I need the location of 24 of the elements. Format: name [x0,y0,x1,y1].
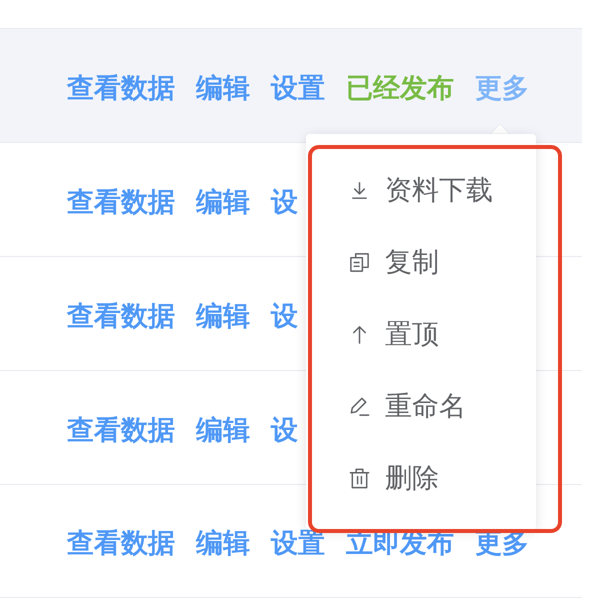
menu-item[interactable]: 资料下载 [306,154,536,226]
action-link[interactable]: 编辑 [196,186,250,220]
action-link[interactable]: 编辑 [196,414,250,448]
action-link[interactable]: 查看数据 [67,186,175,220]
action-link[interactable]: 编辑 [196,300,250,334]
action-link[interactable]: 查看数据 [67,527,175,561]
menu-item[interactable]: 删除 [306,442,536,514]
status-link[interactable]: 已经发布 [346,72,454,106]
action-link[interactable]: 设 [271,300,298,334]
menu-item[interactable]: 重命名 [306,370,536,442]
menu-item[interactable]: 置顶 [306,298,536,370]
pencil-icon [348,394,371,418]
action-link[interactable]: 查看数据 [67,72,175,106]
action-link[interactable]: 设 [271,186,298,220]
action-link[interactable]: 编辑 [196,527,250,561]
copy-icon [348,250,371,274]
menu-item[interactable]: 复制 [306,226,536,298]
action-link[interactable]: 编辑 [196,72,250,106]
trash-icon [348,466,371,490]
more-link[interactable]: 更多 [475,72,529,106]
action-link[interactable]: 设 [271,414,298,448]
action-link[interactable]: 设置 [271,72,325,106]
action-link[interactable]: 查看数据 [67,300,175,334]
action-link[interactable]: 查看数据 [67,414,175,448]
